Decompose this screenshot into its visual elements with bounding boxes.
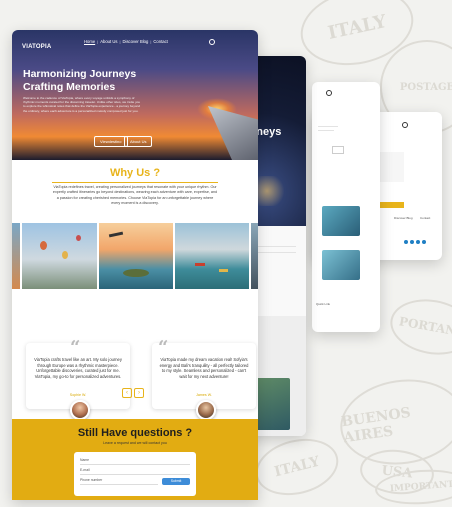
why-us-title: Why Us ? bbox=[109, 167, 161, 179]
testimonial-quote: ViaTopia made my dream vacation real! So… bbox=[159, 357, 249, 379]
photo-thumb bbox=[256, 378, 290, 430]
next-arrow-button[interactable]: › bbox=[134, 388, 144, 398]
name-field[interactable]: Name bbox=[80, 458, 190, 465]
quote-icon: “ bbox=[70, 337, 81, 358]
photo-balloons bbox=[22, 223, 97, 289]
hero-title: Harmonizing Journeys Crafting Memories bbox=[23, 68, 136, 93]
stamp-text: POSTAGE bbox=[399, 81, 452, 93]
photo-edge-right bbox=[251, 223, 258, 289]
search-icon[interactable] bbox=[209, 39, 215, 45]
hero-section: VIATOPIA Home | About Us | Discover Blog… bbox=[12, 30, 258, 160]
nav-home[interactable]: Home bbox=[84, 39, 95, 44]
phone-field[interactable]: Phone number bbox=[80, 478, 158, 485]
testimonial-card: “ ViaTopia crafts travel like an art. My… bbox=[26, 337, 130, 420]
about-us-button[interactable]: About Us bbox=[124, 136, 153, 147]
nav: Home | About Us | Discover Blog | Contac… bbox=[84, 39, 168, 44]
back-page-2: Quick Link bbox=[312, 82, 380, 332]
text-line bbox=[256, 246, 296, 247]
email-label: E-mail bbox=[80, 468, 90, 472]
quote-icon: “ bbox=[158, 337, 169, 358]
nav-contact[interactable]: Contact bbox=[153, 39, 167, 44]
background-stamp: PORTANT bbox=[385, 293, 452, 361]
text-line bbox=[318, 126, 338, 127]
main-page: VIATOPIA Home | About Us | Discover Blog… bbox=[12, 30, 258, 500]
stepper bbox=[332, 146, 344, 154]
photo-thumb bbox=[322, 206, 360, 236]
contact-title: Still Have questions ? bbox=[77, 427, 193, 439]
hero-title-line-2: Crafting Memories bbox=[23, 80, 116, 93]
footer-col-title: Contact bbox=[420, 216, 431, 220]
nav-about[interactable]: About Us bbox=[100, 39, 117, 44]
logo-text: VIATOPIA bbox=[22, 44, 52, 50]
avatar bbox=[196, 400, 216, 420]
photo-thumb bbox=[322, 250, 360, 280]
text-line bbox=[318, 130, 334, 131]
why-us-underline bbox=[52, 182, 218, 183]
photo-lake-boats bbox=[175, 223, 249, 289]
testimonial-quote: ViaTopia crafts travel like an art. My s… bbox=[34, 357, 122, 379]
avatar bbox=[70, 400, 90, 420]
submit-button[interactable]: Submit bbox=[162, 478, 190, 485]
testimonial-name: Sophie W. bbox=[69, 393, 87, 397]
nav-separator: | bbox=[97, 39, 99, 44]
why-us-body: ViaTopia redefines travel, creating pers… bbox=[52, 185, 218, 205]
photo-edge-left bbox=[12, 223, 20, 289]
logo[interactable]: VIATOPIA bbox=[22, 35, 51, 53]
name-label: Name bbox=[80, 458, 90, 462]
prev-arrow-button[interactable]: ‹ bbox=[122, 388, 132, 398]
footer-col-title: Quick Link bbox=[316, 302, 331, 306]
contact-form: Name E-mail Phone number Submit bbox=[74, 452, 196, 496]
text-line bbox=[256, 252, 296, 253]
contact-subtitle: Leave a request and we will contact you bbox=[103, 441, 167, 445]
search-icon bbox=[326, 90, 332, 96]
nav-separator: | bbox=[150, 39, 152, 44]
nav-separator: | bbox=[119, 39, 121, 44]
email-field[interactable]: E-mail bbox=[80, 468, 190, 475]
social-icons bbox=[404, 240, 426, 244]
photo-plane-island bbox=[99, 223, 173, 289]
hero-body: Welcome to the cadence of ViaTopia, wher… bbox=[23, 96, 141, 113]
footer-col-title: Discover Blog bbox=[394, 216, 413, 220]
search-icon bbox=[402, 122, 408, 128]
view-destinations-button[interactable]: Viewdestino bbox=[94, 136, 128, 147]
contact-section: Still Have questions ? Leave a request a… bbox=[12, 419, 258, 500]
airplane-wing bbox=[208, 106, 258, 160]
background-stamp: ITALY bbox=[249, 430, 345, 504]
phone-label: Phone number bbox=[80, 478, 103, 482]
testimonial-card: “ ViaTopia made my dream vacation real! … bbox=[152, 337, 256, 420]
photo-strip bbox=[12, 223, 258, 289]
nav-blog[interactable]: Discover Blog bbox=[123, 39, 149, 44]
testimonial-name: James W. bbox=[196, 393, 212, 397]
hero-title-line-1: Harmonizing Journeys bbox=[23, 68, 137, 80]
